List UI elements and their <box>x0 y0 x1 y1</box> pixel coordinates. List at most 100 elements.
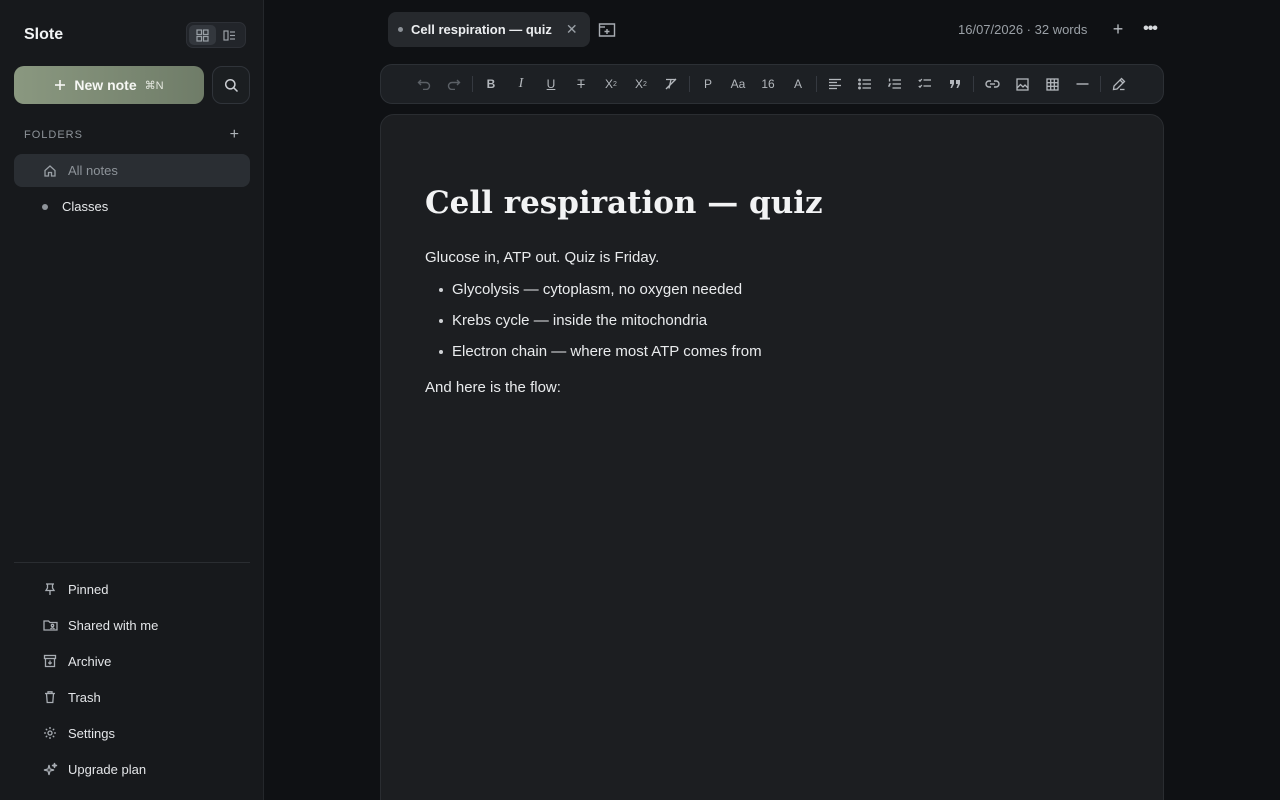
note-meta: 16/07/2026 · 32 words <box>958 22 1088 37</box>
bullet-list-icon <box>858 78 871 90</box>
pen-icon <box>1112 77 1126 91</box>
trash-icon <box>42 690 58 704</box>
close-tab-icon[interactable]: ✕ <box>566 21 578 38</box>
text-color-button[interactable]: A <box>783 70 813 98</box>
sidebar-item-label: Upgrade plan <box>68 761 147 777</box>
bold-button[interactable]: B <box>476 70 506 98</box>
new-note-button[interactable]: New note ⌘N <box>14 66 204 104</box>
table-icon <box>1045 77 1059 91</box>
sidebar: Slote New note ⌘N FOLDERS + All notes Cl… <box>0 0 264 800</box>
list-item-text: Krebs cycle — inside the mitochondria <box>452 312 708 329</box>
tab-status-dot <box>398 27 403 32</box>
list-item[interactable]: Krebs cycle — inside the mitochondria <box>439 312 707 329</box>
folder-dot-icon <box>42 203 48 210</box>
numbered-list-button[interactable] <box>880 70 910 98</box>
bullet-icon <box>439 349 443 354</box>
add-folder-button[interactable]: + <box>230 127 240 143</box>
folders-header: FOLDERS + <box>24 127 240 143</box>
more-options-button[interactable]: ••• <box>1139 18 1161 40</box>
toolbar-divider <box>973 76 974 92</box>
new-note-label: New note <box>74 77 137 93</box>
document-paragraph[interactable]: And here is the flow: <box>425 379 561 396</box>
quote-button[interactable] <box>940 70 970 98</box>
shared-folder-icon <box>42 618 58 632</box>
grid-icon <box>196 28 209 42</box>
toolbar-divider <box>816 76 817 92</box>
redo-button[interactable] <box>439 70 469 98</box>
italic-button[interactable]: I <box>506 70 536 98</box>
horizontal-rule-button[interactable] <box>1067 70 1097 98</box>
folders-heading: FOLDERS <box>24 129 83 141</box>
font-button[interactable]: Aa <box>723 70 753 98</box>
clear-format-icon <box>665 78 677 90</box>
sidebar-item-all-notes[interactable]: All notes <box>14 154 250 187</box>
image-button[interactable] <box>1007 70 1037 98</box>
document-title[interactable]: Cell respiration — quiz <box>425 185 823 221</box>
sidebar-item-label: Archive <box>68 653 112 669</box>
redo-icon <box>447 79 461 90</box>
sidebar-item-shared[interactable]: Shared with me <box>42 615 158 635</box>
sidebar-item-label: Classes <box>62 199 109 214</box>
gear-icon <box>42 726 58 740</box>
sidebar-item-label: All notes <box>68 163 118 178</box>
sidebar-divider <box>14 562 250 563</box>
bullet-list-button[interactable] <box>850 70 880 98</box>
underline-button[interactable]: U <box>536 70 566 98</box>
sparkle-icon <box>42 762 58 777</box>
subscript-button[interactable]: X2 <box>626 70 656 98</box>
sidebar-item-upgrade[interactable]: Upgrade plan <box>42 759 146 779</box>
align-left-button[interactable] <box>820 70 850 98</box>
new-tab-icon <box>598 23 616 37</box>
list-item[interactable]: Glycolysis — cytoplasm, no oxygen needed <box>439 281 742 298</box>
sidebar-item-classes[interactable]: Classes <box>14 190 250 223</box>
list-item-text: Electron chain — where most ATP comes fr… <box>452 343 762 360</box>
table-button[interactable] <box>1037 70 1067 98</box>
tab-title: Cell respiration — quiz <box>411 22 552 37</box>
search-icon <box>224 78 238 92</box>
sidebar-item-label: Shared with me <box>68 617 159 633</box>
link-icon <box>984 80 1000 88</box>
superscript-button[interactable]: X2 <box>596 70 626 98</box>
draw-button[interactable] <box>1104 70 1134 98</box>
checklist-button[interactable] <box>910 70 940 98</box>
search-button[interactable] <box>212 66 250 104</box>
sidebar-item-trash[interactable]: Trash <box>42 687 101 707</box>
sidebar-item-archive[interactable]: Archive <box>42 651 111 671</box>
sidebar-item-label: Trash <box>68 689 101 705</box>
undo-icon <box>417 79 431 90</box>
view-toggle <box>186 22 246 48</box>
add-button[interactable]: + <box>1109 18 1127 40</box>
bullet-icon <box>439 287 443 292</box>
undo-button[interactable] <box>409 70 439 98</box>
new-tab-button[interactable] <box>596 19 618 41</box>
toolbar-divider <box>1100 76 1101 92</box>
sidebar-item-label: Pinned <box>68 581 109 597</box>
document-paragraph[interactable]: Glucose in, ATP out. Quiz is Friday. <box>425 249 659 266</box>
align-left-icon <box>829 78 841 90</box>
list-icon <box>223 29 235 41</box>
grid-view-button[interactable] <box>189 25 216 45</box>
numbered-list-icon <box>888 78 901 89</box>
list-view-button[interactable] <box>216 25 243 45</box>
toolbar-divider <box>689 76 690 92</box>
bullet-icon <box>439 318 443 323</box>
horizontal-rule-icon <box>1076 83 1088 85</box>
formatting-toolbar: B I U T X2 X2 P Aa 16 A <box>380 64 1164 104</box>
checklist-icon <box>918 78 931 89</box>
clear-format-button[interactable] <box>656 70 686 98</box>
editor-canvas[interactable]: Cell respiration — quiz Glucose in, ATP … <box>380 114 1164 800</box>
archive-icon <box>42 654 58 668</box>
app-logo[interactable]: Slote <box>24 26 63 44</box>
paragraph-button[interactable]: P <box>693 70 723 98</box>
list-item[interactable]: Electron chain — where most ATP comes fr… <box>439 343 762 360</box>
toolbar-divider <box>472 76 473 92</box>
strikethrough-button[interactable]: T <box>566 70 596 98</box>
font-size-button[interactable]: 16 <box>753 70 783 98</box>
pin-icon <box>42 582 58 596</box>
note-tab[interactable]: Cell respiration — quiz ✕ <box>388 12 590 47</box>
sidebar-item-settings[interactable]: Settings <box>42 723 115 743</box>
list-item-text: Glycolysis — cytoplasm, no oxygen needed <box>452 281 743 298</box>
sidebar-item-pinned[interactable]: Pinned <box>42 579 108 599</box>
link-button[interactable] <box>977 70 1007 98</box>
quote-icon <box>950 80 960 88</box>
